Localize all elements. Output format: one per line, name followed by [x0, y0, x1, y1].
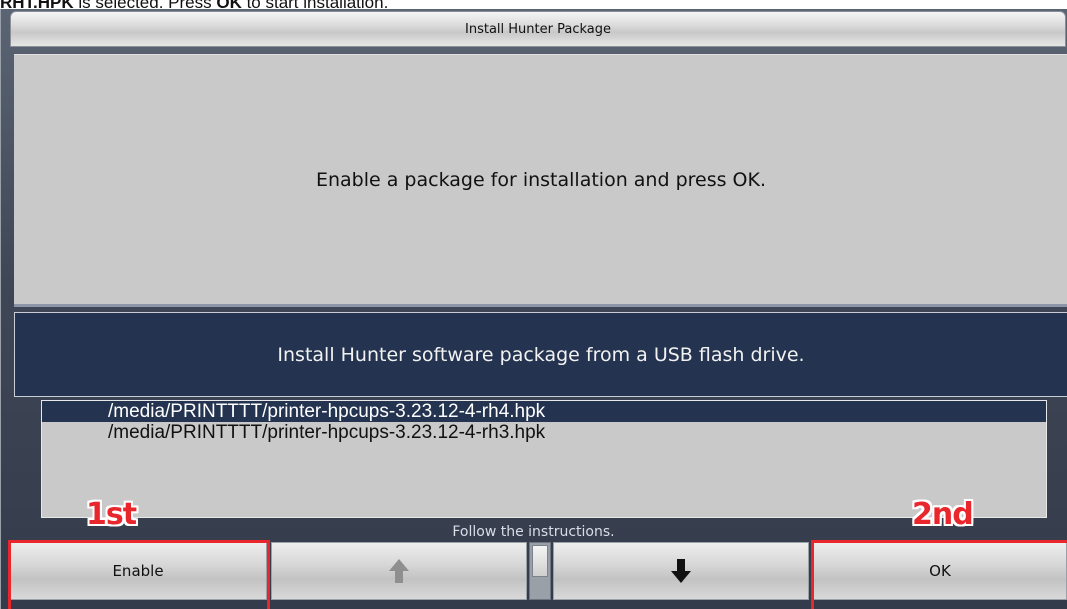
enable-button[interactable]: Enable — [9, 542, 267, 600]
arrow-up-icon — [389, 559, 409, 583]
list-scrollbar[interactable] — [529, 542, 551, 600]
install-window: Install Hunter Package Enable a package … — [0, 9, 1067, 609]
file-list-item-rh3[interactable]: /media/PRINTTTT/printer-hpcups-3.23.12-4… — [42, 422, 1046, 443]
description-panel: Install Hunter software package from a U… — [14, 312, 1067, 397]
ok-button[interactable]: OK — [813, 542, 1067, 600]
file-list-item-rh4[interactable]: /media/PRINTTTT/printer-hpcups-3.23.12-4… — [42, 401, 1046, 422]
panel-divider — [14, 304, 1067, 307]
annotation-step-2: 2nd — [912, 497, 974, 532]
package-file-list[interactable]: /media/PRINTTTT/printer-hpcups-3.23.12-4… — [41, 400, 1047, 518]
arrow-down-icon — [671, 559, 691, 583]
instruction-text: Enable a package for installation and pr… — [315, 168, 767, 191]
scroll-up-button[interactable] — [271, 542, 527, 600]
status-text: Follow the instructions. — [452, 524, 615, 540]
scrollbar-thumb[interactable] — [532, 545, 548, 577]
ok-button-label: OK — [929, 562, 951, 580]
window-title: Install Hunter Package — [10, 11, 1066, 47]
annotation-step-1: 1st — [86, 497, 137, 532]
enable-button-label: Enable — [112, 562, 164, 580]
description-text: Install Hunter software package from a U… — [277, 343, 805, 366]
scroll-down-button[interactable] — [553, 542, 809, 600]
instruction-panel: Enable a package for installation and pr… — [14, 54, 1067, 304]
